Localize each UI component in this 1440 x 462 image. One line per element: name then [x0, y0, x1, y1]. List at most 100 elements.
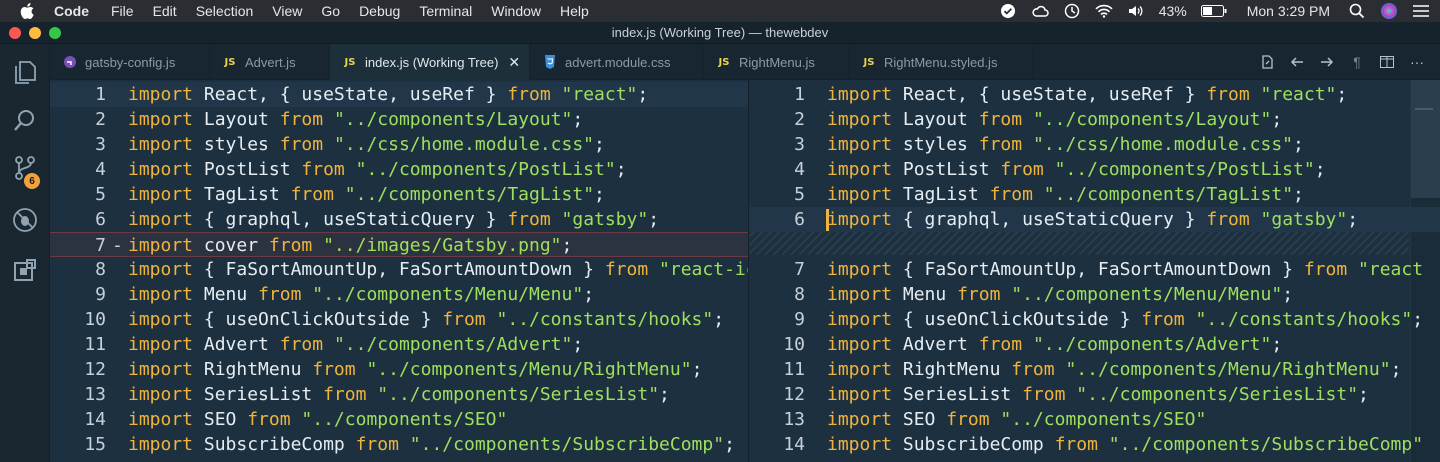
menu-file[interactable]: File	[111, 0, 134, 22]
code-line[interactable]: 15 import SubscribeComp from "../componen…	[50, 432, 748, 457]
code-text: import Menu from "../components/Menu/Men…	[128, 282, 594, 307]
tab-gatsby-config[interactable]: gatsby-config.js	[50, 44, 210, 80]
string-token: "react	[1358, 259, 1424, 280]
time-machine-icon[interactable]	[1063, 2, 1081, 20]
menu-view[interactable]: View	[272, 0, 302, 22]
split-editor-icon[interactable]	[1372, 44, 1402, 80]
code-line[interactable]: 11 import RightMenu from "../components/M…	[749, 357, 1440, 382]
line-number: 14	[783, 434, 805, 455]
text-token: TagList	[892, 184, 990, 205]
battery-icon[interactable]	[1200, 2, 1227, 20]
code-line[interactable]: 5 import TagList from "../components/TagL…	[50, 182, 748, 207]
code-line[interactable]: 2 import Layout from "../components/Layou…	[749, 107, 1440, 132]
previous-change-icon[interactable]	[1282, 44, 1312, 80]
code-line[interactable]: 10 import Advert from "../components/Adve…	[749, 332, 1440, 357]
code-text: import SEO from "../components/SEO"	[827, 407, 1206, 432]
debug-icon[interactable]	[11, 206, 39, 234]
tab-advert-js[interactable]: JS Advert.js	[210, 44, 330, 80]
menu-go[interactable]: Go	[321, 0, 340, 22]
line-number: 9	[95, 284, 106, 305]
text-token: ;	[1347, 209, 1359, 230]
string-token: "../constants/hooks"	[1195, 309, 1413, 330]
checkmark-circle-icon[interactable]	[999, 2, 1017, 20]
code-line[interactable]: 4 import PostList from "../components/Pos…	[50, 157, 748, 182]
menu-app-name[interactable]: Code	[54, 0, 89, 22]
code-line[interactable]: 7 import { FaSortAmountUp, FaSortAmountDo…	[749, 257, 1440, 282]
text-token: ;	[594, 184, 605, 205]
code-line[interactable]: 8 import { FaSortAmountUp, FaSortAmountDo…	[50, 257, 748, 282]
keyword-token: from	[507, 209, 551, 230]
code-line[interactable]: 14 import SubscribeComp from "../componen…	[749, 432, 1440, 457]
siri-icon[interactable]	[1380, 2, 1398, 20]
code-line[interactable]: 5 import TagList from "../components/TagL…	[749, 182, 1440, 207]
text-token: { useOnClickOutside }	[892, 309, 1142, 330]
menu-debug[interactable]: Debug	[359, 0, 400, 22]
diff-original-pane[interactable]: 1 import React, { useState, useRef } from…	[50, 80, 748, 462]
search-icon[interactable]	[11, 106, 39, 134]
tab-advert-module-css[interactable]: advert.module.css	[530, 44, 704, 80]
explorer-files-icon[interactable]	[11, 57, 39, 85]
menu-window[interactable]: Window	[491, 0, 541, 22]
zoom-window-button[interactable]	[49, 27, 61, 39]
cloud-icon[interactable]	[1031, 2, 1049, 20]
code-line[interactable]: 1 import React, { useState, useRef } from…	[50, 82, 748, 107]
code-line[interactable]: 3 import styles from "../css/home.module.…	[749, 132, 1440, 157]
code-line[interactable]: 12 import RightMenu from "../components/M…	[50, 357, 748, 382]
code-line[interactable]: 13 import SeriesList from "../components/…	[50, 382, 748, 407]
line-number: 10	[84, 309, 106, 330]
code-line[interactable]: 3 import styles from "../css/home.module.…	[50, 132, 748, 157]
menu-selection[interactable]: Selection	[196, 0, 254, 22]
code-line[interactable]: 8 import Menu from "../components/Menu/Me…	[749, 282, 1440, 307]
menu-edit[interactable]: Edit	[153, 0, 177, 22]
keyword-token: from	[1000, 159, 1044, 180]
diff-modified-pane[interactable]: 1 import React, { useState, useRef } from…	[749, 80, 1440, 462]
code-line[interactable]: 2 import Layout from "../components/Layou…	[50, 107, 748, 132]
code-line[interactable]: 12 import SeriesList from "../components/…	[749, 382, 1440, 407]
show-whitespace-icon[interactable]: ¶	[1342, 44, 1372, 80]
open-file-icon[interactable]	[1252, 44, 1282, 80]
text-token: ;	[1293, 134, 1304, 155]
next-change-icon[interactable]	[1312, 44, 1342, 80]
code-line[interactable]: 14 import SEO from "../components/SEO"	[50, 407, 748, 432]
volume-icon[interactable]	[1127, 2, 1145, 20]
keyword-token: from	[312, 359, 356, 380]
tab-rightmenu-js[interactable]: JS RightMenu.js	[704, 44, 849, 80]
code-line[interactable]: 9 import { useOnClickOutside } from "../c…	[749, 307, 1440, 332]
string-token: "../components/Menu/Menu"	[1011, 284, 1283, 305]
code-line[interactable]: 13 import SEO from "../components/SEO"	[749, 407, 1440, 432]
line-number: 8	[95, 259, 106, 280]
code-line[interactable]: 10 import { useOnClickOutside } from "../…	[50, 307, 748, 332]
line-number: 6	[794, 209, 805, 230]
spotlight-search-icon[interactable]	[1348, 2, 1366, 20]
close-window-button[interactable]	[9, 27, 21, 39]
code-line[interactable]: 6 import { graphql, useStaticQuery } from…	[50, 207, 748, 232]
code-line[interactable]: 1 import React, { useState, useRef } from…	[749, 82, 1440, 107]
text-token: Advert	[892, 334, 979, 355]
code-line[interactable]: 9 import Menu from "../components/Menu/Me…	[50, 282, 748, 307]
menu-help[interactable]: Help	[560, 0, 589, 22]
extensions-icon[interactable]	[11, 256, 39, 284]
menu-terminal[interactable]: Terminal	[419, 0, 472, 22]
tab-index-js-working-tree[interactable]: JS index.js (Working Tree) ✕	[330, 44, 530, 80]
notification-center-icon[interactable]	[1412, 2, 1430, 20]
text-token: ;	[659, 384, 670, 405]
minimize-window-button[interactable]	[29, 27, 41, 39]
code-line[interactable]: 7- import cover from "../images/Gatsby.pn…	[50, 232, 748, 257]
menubar-clock[interactable]: Mon 3:29 PM	[1247, 3, 1330, 19]
apple-menu-icon[interactable]	[18, 0, 36, 22]
wifi-icon[interactable]	[1095, 2, 1113, 20]
code-line[interactable]: 6 import { graphql, useStaticQuery } from…	[749, 207, 1440, 232]
close-tab-icon[interactable]: ✕	[508, 54, 520, 71]
keyword-token: import	[128, 209, 194, 230]
code-text: import Advert from "../components/Advert…	[827, 332, 1282, 357]
line-number: 13	[783, 409, 805, 430]
tab-rightmenu-styled-js[interactable]: JS RightMenu.styled.js	[849, 44, 1033, 80]
keyword-token: import	[827, 359, 893, 380]
code-line[interactable]: 4 import PostList from "../components/Pos…	[749, 157, 1440, 182]
window-titlebar: index.js (Working Tree) — thewebdev	[0, 22, 1440, 44]
more-actions-icon[interactable]: ···	[1402, 44, 1432, 80]
code-line[interactable]: 11 import Advert from "../components/Adve…	[50, 332, 748, 357]
